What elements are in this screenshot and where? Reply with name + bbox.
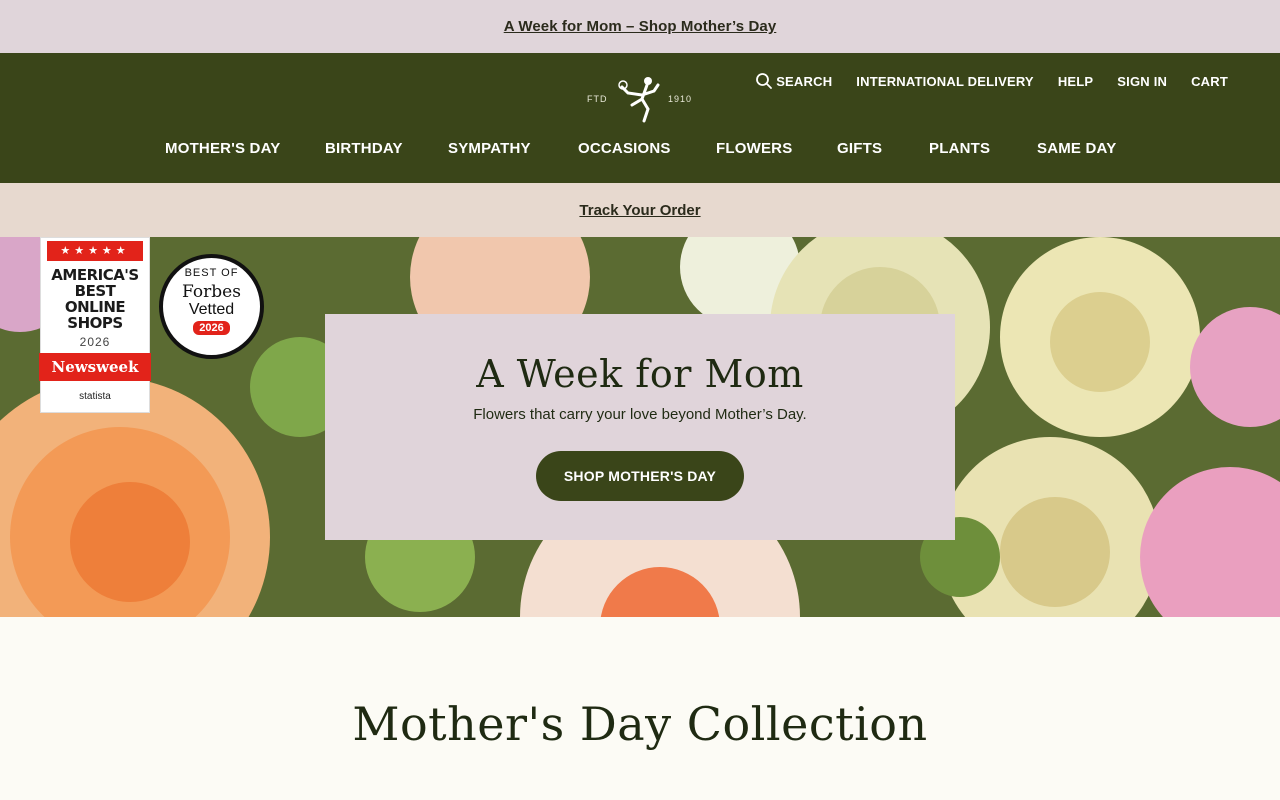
forbes-label: Vetted bbox=[188, 301, 235, 318]
nav-item-plants[interactable]: PLANTS bbox=[929, 140, 1037, 157]
search-button[interactable]: SEARCH bbox=[756, 73, 832, 89]
utility-nav: SEARCH INTERNATIONAL DELIVERY HELP SIGN … bbox=[756, 73, 1228, 89]
nav-item-mothers-day[interactable]: MOTHER'S DAY bbox=[165, 140, 325, 157]
badge-line1: AMERICA'S bbox=[51, 266, 139, 284]
forbes-brand: Forbes bbox=[182, 282, 241, 302]
mercury-man-icon bbox=[618, 77, 660, 123]
shop-mothers-day-button[interactable]: SHOP MOTHER'S DAY bbox=[536, 451, 744, 501]
forbes-year: 2026 bbox=[193, 321, 230, 335]
badge-line4: SHOPS bbox=[67, 314, 123, 332]
badge-line3: ONLINE bbox=[64, 298, 126, 316]
badge-title: AMERICA'S BEST ONLINE SHOPS bbox=[41, 267, 149, 331]
promo-bar: A Week for Mom – Shop Mother’s Day bbox=[0, 0, 1280, 53]
forbes-top: BEST OF bbox=[184, 267, 239, 279]
badge-brand: Newsweek bbox=[39, 353, 151, 381]
nav-item-same-day[interactable]: SAME DAY bbox=[1037, 140, 1116, 157]
search-label: SEARCH bbox=[776, 73, 833, 89]
track-order-link[interactable]: Track Your Order bbox=[579, 202, 700, 219]
forbes-badge: BEST OF Forbes Vetted 2026 bbox=[159, 254, 264, 359]
hero-subtitle: Flowers that carry your love beyond Moth… bbox=[473, 406, 807, 423]
badge-powered: statista bbox=[79, 391, 111, 402]
logo-left-text: FTD bbox=[587, 94, 608, 104]
hero-banner: ★★★★★ AMERICA'S BEST ONLINE SHOPS 2026 N… bbox=[0, 237, 1280, 617]
cart-link[interactable]: CART bbox=[1191, 74, 1228, 89]
badge-line2: BEST bbox=[74, 282, 116, 300]
badge-stars: ★★★★★ bbox=[47, 241, 143, 261]
hero-title: A Week for Mom bbox=[476, 352, 804, 396]
sign-in-link[interactable]: SIGN IN bbox=[1117, 74, 1167, 89]
badge-year: 2026 bbox=[79, 335, 111, 349]
main-nav: MOTHER'S DAY BIRTHDAY SYMPATHY OCCASIONS… bbox=[165, 140, 1116, 157]
nav-item-flowers[interactable]: FLOWERS bbox=[716, 140, 837, 157]
track-order-bar: Track Your Order bbox=[0, 183, 1280, 237]
nav-item-birthday[interactable]: BIRTHDAY bbox=[325, 140, 448, 157]
nav-item-sympathy[interactable]: SYMPATHY bbox=[448, 140, 578, 157]
site-header: FTD 1910 SEARCH INTERNATIONAL DELIVERY H… bbox=[0, 53, 1280, 183]
international-delivery-link[interactable]: INTERNATIONAL DELIVERY bbox=[856, 74, 1034, 89]
help-link[interactable]: HELP bbox=[1058, 74, 1093, 89]
newsweek-badge: ★★★★★ AMERICA'S BEST ONLINE SHOPS 2026 N… bbox=[39, 237, 151, 413]
ftd-logo[interactable]: FTD 1910 bbox=[584, 75, 696, 127]
collection-title: Mother's Day Collection bbox=[352, 697, 928, 751]
nav-item-gifts[interactable]: GIFTS bbox=[837, 140, 929, 157]
nav-item-occasions[interactable]: OCCASIONS bbox=[578, 140, 716, 157]
promo-link[interactable]: A Week for Mom – Shop Mother’s Day bbox=[504, 18, 777, 35]
hero-card: A Week for Mom Flowers that carry your l… bbox=[325, 314, 955, 540]
search-icon bbox=[756, 73, 773, 89]
logo-right-text: 1910 bbox=[668, 94, 693, 104]
